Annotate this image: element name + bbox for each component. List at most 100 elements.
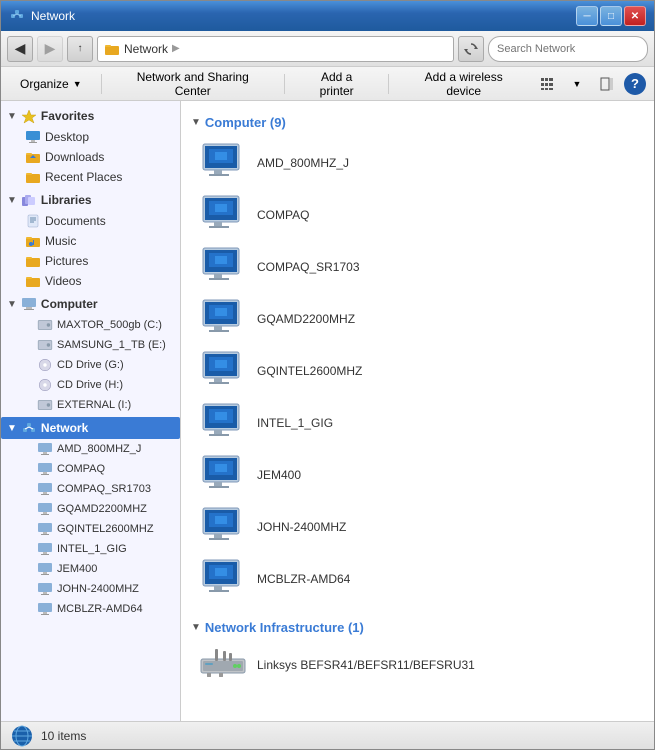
sidebar-item-intel1[interactable]: INTEL_1_GIG <box>1 539 180 559</box>
computer-large-icon-jem400 <box>199 454 247 496</box>
content-item-linksys[interactable]: Linksys BEFSR41/BEFSR11/BEFSRU31 <box>191 643 644 687</box>
net-computer-icon-3 <box>37 481 53 497</box>
sidebar-item-music[interactable]: Music <box>1 231 180 251</box>
sidebar-item-cd2[interactable]: CD Drive (H:) <box>1 375 180 395</box>
net-computer-icon-1 <box>37 441 53 457</box>
content-area: ▼ Computer (9) <box>181 101 654 721</box>
net-computer-icon-2 <box>37 461 53 477</box>
network-label: Network <box>41 421 88 435</box>
computer-section-triangle: ▼ <box>191 117 201 128</box>
computer-icon-wrap-compaq <box>199 194 247 236</box>
sidebar-item-maxtor[interactable]: MAXTOR_500gb (C:) <box>1 315 180 335</box>
content-item-john[interactable]: JOHN-2400MHZ <box>191 502 644 552</box>
computer-icon-wrap-intel1 <box>199 402 247 444</box>
back-button[interactable]: ◀ <box>7 36 33 62</box>
sidebar-item-jem400[interactable]: JEM400 <box>1 559 180 579</box>
music-label: Music <box>45 234 76 248</box>
libraries-section: ▼ Libraries Documents <box>1 189 180 291</box>
sidebar-item-gqintel[interactable]: GQINTEL2600MHZ <box>1 519 180 539</box>
search-input[interactable] <box>497 43 639 55</box>
forward-button[interactable]: ▶ <box>37 36 63 62</box>
computer-section-title: Computer (9) <box>205 115 286 130</box>
sidebar-item-downloads[interactable]: Downloads <box>1 147 180 167</box>
recent-places-icon <box>25 169 41 185</box>
sidebar-item-documents[interactable]: Documents <box>1 211 180 231</box>
close-button[interactable]: ✕ <box>624 6 646 26</box>
favorites-label: Favorites <box>41 109 94 123</box>
computer-section: ▼ Computer MAXTOR_500gb (C:) <box>1 293 180 415</box>
sidebar-item-john[interactable]: JOHN-2400MHZ <box>1 579 180 599</box>
breadcrumb-arrow: ▶ <box>172 43 180 54</box>
help-button[interactable]: ? <box>624 73 646 95</box>
breadcrumb-text: Network <box>124 42 168 56</box>
sidebar-item-compaq-sr[interactable]: COMPAQ_SR1703 <box>1 479 180 499</box>
compaq-sr-sidebar-label: COMPAQ_SR1703 <box>57 483 151 495</box>
title-bar: Network ─ □ ✕ <box>1 1 654 31</box>
libraries-header[interactable]: ▼ Libraries <box>1 189 180 211</box>
breadcrumb-bar: Network ▶ <box>97 36 454 62</box>
sidebar-item-compaq[interactable]: COMPAQ <box>1 459 180 479</box>
sidebar-item-cd1[interactable]: CD Drive (G:) <box>1 355 180 375</box>
toolbar-right: ▼ ? <box>534 71 646 97</box>
net-computer-icon-4 <box>37 501 53 517</box>
content-item-compaq-sr[interactable]: COMPAQ_SR1703 <box>191 242 644 292</box>
search-bar[interactable] <box>488 36 648 62</box>
sidebar-item-external[interactable]: EXTERNAL (I:) <box>1 395 180 415</box>
computer-icon-wrap-gqamd <box>199 298 247 340</box>
network-header[interactable]: ▼ Network <box>1 417 180 439</box>
sidebar-item-videos[interactable]: Videos <box>1 271 180 291</box>
content-item-label-jem400: JEM400 <box>257 468 301 482</box>
add-printer-button[interactable]: Add a printer <box>293 71 381 97</box>
minimize-button[interactable]: ─ <box>576 6 598 26</box>
net-computer-icon-6 <box>37 541 53 557</box>
sidebar-item-gqamd[interactable]: GQAMD2200MHZ <box>1 499 180 519</box>
sidebar-item-desktop[interactable]: Desktop <box>1 127 180 147</box>
content-item-jem400[interactable]: JEM400 <box>191 450 644 500</box>
net-computer-icon-9 <box>37 601 53 617</box>
main-area: ▼ Favorites Desktop <box>1 101 654 721</box>
documents-label: Documents <box>45 214 106 228</box>
network-sharing-button[interactable]: Network and Sharing Center <box>110 71 276 97</box>
content-item-gqamd[interactable]: GQAMD2200MHZ <box>191 294 644 344</box>
favorites-header[interactable]: ▼ Favorites <box>1 105 180 127</box>
status-item-count: 10 items <box>41 729 86 743</box>
refresh-button[interactable] <box>458 36 484 62</box>
content-item-label-intel1: INTEL_1_GIG <box>257 416 333 430</box>
up-button[interactable]: ↑ <box>67 36 93 62</box>
preview-pane-button[interactable] <box>594 71 620 97</box>
view-button[interactable] <box>534 71 560 97</box>
computer-large-icon-gqamd <box>199 298 247 340</box>
content-item-amd800[interactable]: AMD_800MHZ_J <box>191 138 644 188</box>
maximize-button[interactable]: □ <box>600 6 622 26</box>
toolbar: Organize ▼ Network and Sharing Center Ad… <box>1 67 654 101</box>
computer-large-icon-intel1 <box>199 402 247 444</box>
infrastructure-content-header: ▼ Network Infrastructure (1) <box>191 620 644 635</box>
sidebar-item-samsung[interactable]: SAMSUNG_1_TB (E:) <box>1 335 180 355</box>
net-computer-icon-5 <box>37 521 53 537</box>
content-item-intel1[interactable]: INTEL_1_GIG <box>191 398 644 448</box>
computer-icon-wrap-amd800 <box>199 142 247 184</box>
sidebar-item-amd800[interactable]: AMD_800MHZ_J <box>1 439 180 459</box>
content-item-mcblzr[interactable]: MCBLZR-AMD64 <box>191 554 644 604</box>
sidebar-item-recent[interactable]: Recent Places <box>1 167 180 187</box>
content-item-compaq[interactable]: COMPAQ <box>191 190 644 240</box>
title-bar-controls: ─ □ ✕ <box>576 6 646 26</box>
add-wireless-button[interactable]: Add a wireless device <box>397 71 530 97</box>
content-item-label-john: JOHN-2400MHZ <box>257 520 346 534</box>
computer-large-icon-gqintel <box>199 350 247 392</box>
content-item-label-mcblzr: MCBLZR-AMD64 <box>257 572 350 586</box>
view-dropdown-button[interactable]: ▼ <box>564 71 590 97</box>
organize-button[interactable]: Organize ▼ <box>9 71 93 97</box>
net-computer-icon-8 <box>37 581 53 597</box>
computer-header[interactable]: ▼ Computer <box>1 293 180 315</box>
sidebar-item-pictures[interactable]: Pictures <box>1 251 180 271</box>
maxtor-label: MAXTOR_500gb (C:) <box>57 319 162 331</box>
amd800-sidebar-label: AMD_800MHZ_J <box>57 443 141 455</box>
sidebar-item-mcblzr[interactable]: MCBLZR-AMD64 <box>1 599 180 619</box>
content-item-gqintel[interactable]: GQINTEL2600MHZ <box>191 346 644 396</box>
title-bar-title: Network <box>31 9 75 23</box>
harddrive-icon <box>37 317 53 333</box>
sidebar: ▼ Favorites Desktop <box>1 101 181 721</box>
external-icon <box>37 397 53 413</box>
mcblzr-sidebar-label: MCBLZR-AMD64 <box>57 603 143 615</box>
